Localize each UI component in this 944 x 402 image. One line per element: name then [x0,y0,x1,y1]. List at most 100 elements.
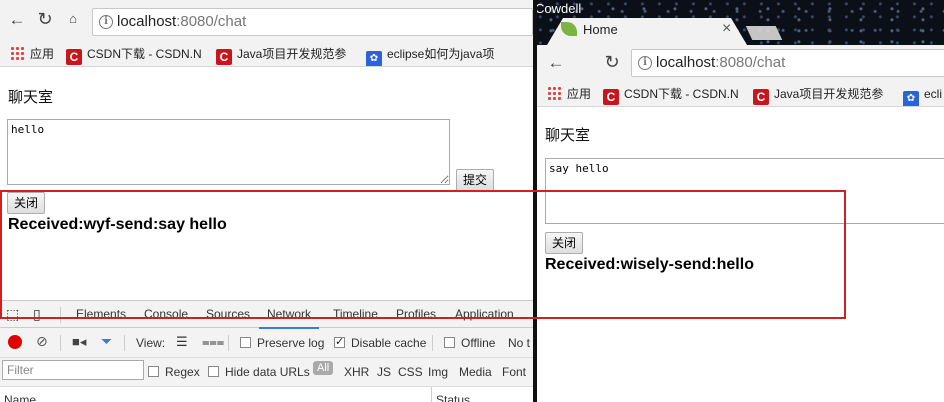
reload-icon[interactable]: ↻ [34,8,56,30]
starry-titlebar: Cowdell Home × [537,0,944,45]
reload-icon[interactable]: ↻ [601,51,623,73]
col-status[interactable]: Status [436,393,470,402]
filter-all-chip[interactable]: All [313,361,334,375]
info-icon[interactable]: i [638,56,652,70]
new-tab-button[interactable] [745,26,783,40]
requests-table-header: Name Status [0,387,533,402]
record-icon[interactable] [8,335,22,349]
checkbox-icon [444,337,455,348]
filter-input[interactable]: Filter [2,360,144,380]
filter-xhr[interactable]: XHR [344,365,369,379]
bookmark-csdn-download[interactable]: C CSDN下载 - CSDN.N [603,85,739,105]
regex-label: Regex [165,365,200,379]
bookmark-label: 应用 [567,87,592,101]
devtools-panel: ⬚ ▯ Elements Console Sources Network Tim… [0,300,533,402]
bookmark-label: ecli [924,87,943,101]
tab-network[interactable]: Network [258,307,320,329]
filter-font[interactable]: Font [502,365,526,379]
message-textarea[interactable]: hello [7,119,450,185]
network-toolbar: ⊘ ■◂ ⏷ View: ☰ ⩶ Preserve log Disable ca… [0,329,533,358]
filter-css[interactable]: CSS [398,365,423,379]
device-mode-icon[interactable]: ▯ [33,306,41,323]
bookmark-label: CSDN下载 - CSDN.N [624,87,739,101]
page-title: 聊天室 [8,89,54,106]
bookmark-label: eclipse如何为java项 [387,47,495,61]
paw-icon: ✿ [903,91,919,106]
submit-button[interactable]: 提交 [456,169,495,191]
hide-data-urls-label: Hide data URLs [225,365,310,379]
hide-data-urls-checkbox[interactable]: Hide data URLs [208,365,310,379]
profile-name[interactable]: Cowdell [537,1,581,16]
filter-img[interactable]: Img [428,365,448,379]
devtools-tab-strip: ⬚ ▯ Elements Console Sources Network Tim… [0,301,533,329]
view-label: View: [136,336,166,350]
page-title: 聊天室 [545,127,591,144]
separator [60,335,61,351]
back-arrow-icon[interactable]: ← [545,52,567,74]
info-icon[interactable]: i [99,15,113,29]
bookmark-apps[interactable]: 应用 [10,45,54,63]
csdn-c-icon: C [603,89,619,105]
disable-cache-label: Disable cache [351,336,427,350]
separator [228,335,229,351]
tab-application[interactable]: Application [455,307,514,321]
left-browser-window: ← ↻ ⌂ i localhost:8080/chat 应用 C CSDN下载 -… [0,0,533,402]
received-message: Received:wyf-send:say hello [8,216,227,233]
csdn-c-icon: C [66,49,82,65]
separator [431,387,432,402]
bookmark-apps[interactable]: 应用 [547,85,591,103]
close-button[interactable]: 关闭 [7,192,46,214]
tab-console[interactable]: Console [144,307,188,321]
close-button[interactable]: 关闭 [545,232,584,254]
url-path: :8080/chat [176,13,247,30]
large-rows-icon[interactable]: ☰ [176,334,188,350]
bookmark-eclipse[interactable]: ✿ eclipse如何为java项 [366,45,495,66]
url-host: localhost [117,13,177,30]
tab-home[interactable] [547,18,747,45]
bookmark-label: 应用 [30,47,55,61]
home-icon[interactable]: ⌂ [62,8,84,30]
throttling-select[interactable]: No t [508,336,530,350]
url-host: localhost [656,54,716,71]
filter-js[interactable]: JS [377,365,391,379]
bookmark-csdn-download[interactable]: C CSDN下载 - CSDN.N [66,45,202,65]
bookmark-java-spec[interactable]: C Java项目开发规范参 [216,45,346,65]
camera-icon[interactable]: ■◂ [72,334,86,350]
checkbox-checked-icon [334,335,345,348]
filter-funnel-icon[interactable]: ⏷ [101,333,112,350]
right-toolbar: ← ↻ i localhost:8080/chat [537,45,944,81]
paw-icon: ✿ [366,51,382,66]
bookmark-eclipse[interactable]: ✿ ecli [903,85,943,106]
separator [60,307,61,323]
bookmark-label: Java项目开发规范参 [774,87,884,101]
apps-grid-icon [547,86,561,100]
tab-sources[interactable]: Sources [206,307,250,321]
separator [124,335,125,351]
url-path: :8080/chat [715,54,786,71]
waterfall-icon[interactable]: ⩶ [202,334,224,350]
filter-media[interactable]: Media [459,365,492,379]
regex-checkbox[interactable]: Regex [148,365,200,379]
inspect-element-icon[interactable]: ⬚ [6,306,19,323]
left-bookmarks-bar: 应用 C CSDN下载 - CSDN.N C Java项目开发规范参 ✿ eclips… [0,41,533,67]
disable-cache-checkbox[interactable]: Disable cache [334,335,427,350]
csdn-c-icon: C [216,49,232,65]
message-textarea[interactable]: say hello [545,158,944,224]
preserve-log-checkbox[interactable]: Preserve log [240,336,324,350]
apps-grid-icon [10,46,24,60]
col-name[interactable]: Name [4,393,36,402]
left-address-bar[interactable]: i localhost:8080/chat [92,8,533,36]
offline-label: Offline [461,336,496,350]
clear-icon[interactable]: ⊘ [36,333,48,350]
bookmark-java-spec[interactable]: C Java项目开发规范参 [753,85,884,105]
tab-close-icon[interactable]: × [722,20,731,38]
tab-profiles[interactable]: Profiles [396,307,436,321]
right-address-bar[interactable]: i localhost:8080/chat [631,49,944,77]
left-toolbar: ← ↻ ⌂ i localhost:8080/chat [0,0,533,41]
back-arrow-icon[interactable]: ← [6,9,28,31]
right-bookmarks-bar: 应用 C CSDN下载 - CSDN.N C Java项目开发规范参 ✿ ecli [537,81,944,107]
tab-timeline[interactable]: Timeline [333,307,378,321]
csdn-c-icon: C [753,89,769,105]
tab-elements[interactable]: Elements [76,307,126,321]
offline-checkbox[interactable]: Offline [444,336,495,350]
